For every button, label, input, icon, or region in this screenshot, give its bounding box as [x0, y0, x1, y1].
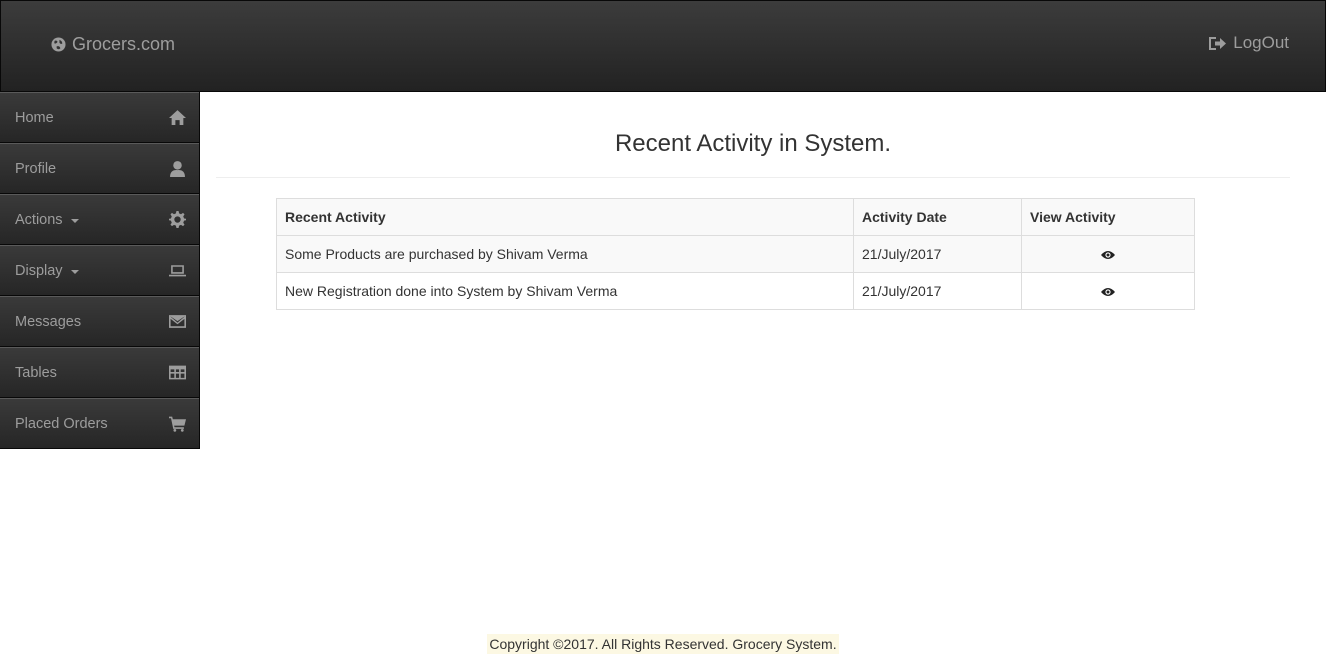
table-row: New Registration done into System by Shi…: [276, 272, 1195, 310]
sidebar-item-display[interactable]: Display: [0, 245, 199, 296]
home-icon: [169, 110, 186, 125]
activity-cell: New Registration done into System by Shi…: [276, 272, 854, 310]
table-row: Some Products are purchased by Shivam Ve…: [276, 235, 1195, 273]
sidebar-item-label: Messages: [15, 313, 82, 330]
user-icon: [170, 161, 185, 177]
top-navbar: Grocers.com LogOut: [0, 0, 1326, 92]
view-activity-cell: [1021, 235, 1195, 273]
activity-cell: Some Products are purchased by Shivam Ve…: [276, 235, 854, 273]
sidebar-item-home[interactable]: Home: [0, 92, 199, 143]
log-out-icon: [1209, 36, 1227, 50]
sidebar-item-label: Tables: [15, 364, 57, 381]
eye-icon[interactable]: [1101, 250, 1115, 260]
sidebar-item-messages[interactable]: Messages: [0, 296, 199, 347]
brand-link[interactable]: Grocers.com: [51, 34, 175, 55]
sidebar-item-profile[interactable]: Profile: [0, 143, 199, 194]
logout-link[interactable]: LogOut: [1208, 33, 1289, 53]
eye-icon[interactable]: [1101, 287, 1115, 297]
cart-icon: [169, 416, 186, 432]
date-cell: 21/July/2017: [853, 235, 1022, 273]
table-header-row: Recent Activity Activity Date View Activ…: [276, 198, 1195, 236]
page-title: Recent Activity in System.: [216, 92, 1290, 178]
sidebar-item-actions[interactable]: Actions: [0, 194, 199, 245]
envelope-icon: [169, 315, 186, 328]
table-icon: [169, 365, 186, 380]
column-header-recent-activity: Recent Activity: [276, 198, 854, 236]
view-activity-cell: [1021, 272, 1195, 310]
column-header-view-activity: View Activity: [1021, 198, 1195, 236]
sidebar-item-label: Actions: [15, 211, 63, 228]
sidebar: Home Profile Actions Display Messages Ta…: [0, 92, 200, 449]
date-cell: 21/July/2017: [853, 272, 1022, 310]
sidebar-item-label: Placed Orders: [15, 415, 108, 432]
sidebar-item-label: Display: [15, 262, 63, 279]
logout-label: LogOut: [1233, 33, 1289, 52]
column-header-activity-date: Activity Date: [853, 198, 1022, 236]
sidebar-item-label: Profile: [15, 160, 57, 177]
main-content: Recent Activity in System. Recent Activi…: [216, 92, 1290, 310]
gear-icon: [169, 211, 186, 228]
brand-text: Grocers.com: [72, 34, 176, 54]
sidebar-item-tables[interactable]: Tables: [0, 347, 199, 398]
globe-icon: [51, 37, 66, 52]
footer: Copyright ©2017. All Rights Reserved. Gr…: [0, 634, 1326, 654]
sidebar-item-label: Home: [15, 109, 54, 126]
caret-down-icon: [70, 218, 79, 223]
caret-down-icon: [70, 269, 79, 274]
laptop-icon: [169, 265, 186, 277]
copyright-text: Copyright ©2017. All Rights Reserved. Gr…: [487, 634, 839, 654]
activity-table: Recent Activity Activity Date View Activ…: [276, 198, 1195, 310]
sidebar-item-placed-orders[interactable]: Placed Orders: [0, 398, 199, 449]
